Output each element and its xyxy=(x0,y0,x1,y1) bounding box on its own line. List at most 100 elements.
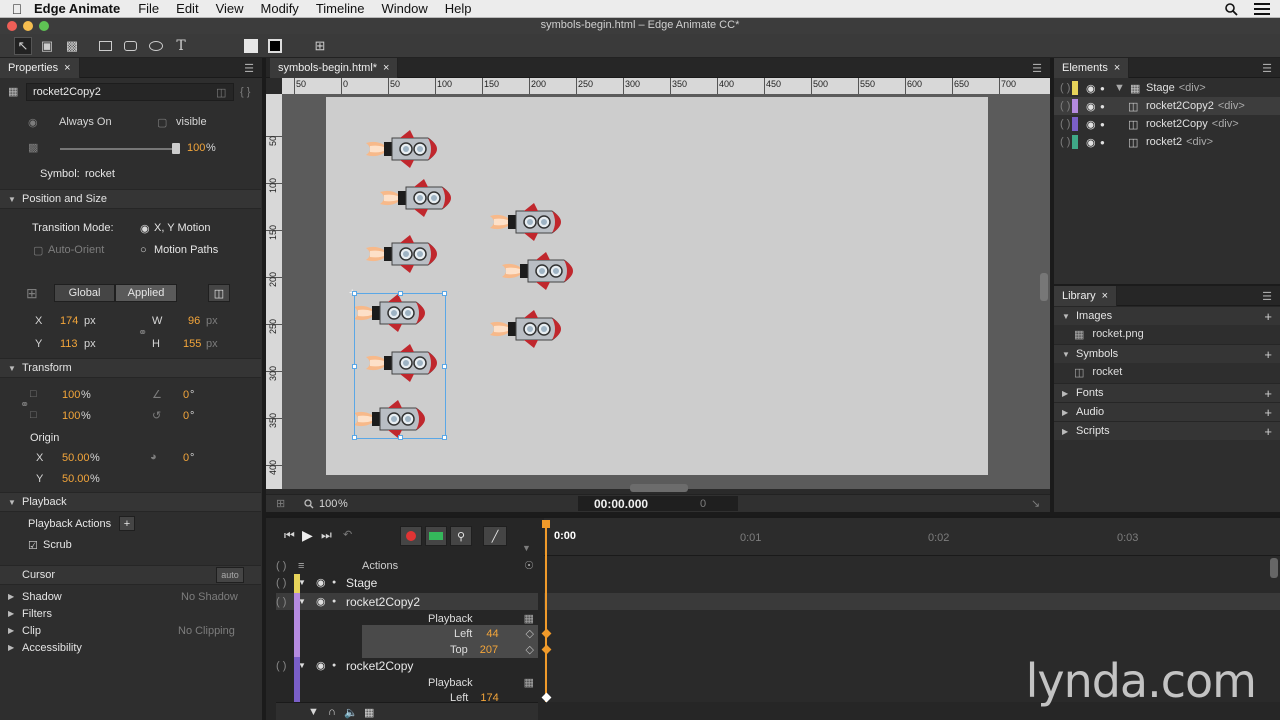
expand-triangle-icon[interactable]: ▼ xyxy=(298,661,316,670)
apple-icon[interactable]:  xyxy=(0,1,34,17)
go-to-end-icon[interactable]: ⏭ xyxy=(321,528,332,543)
add-image-button[interactable]: + xyxy=(1264,309,1272,324)
skew-value[interactable]: 0 xyxy=(183,389,189,401)
add-playback-icon[interactable]: ▦ xyxy=(524,612,534,625)
position-size-section[interactable]: ▼ Position and Size xyxy=(0,189,261,209)
w-unit[interactable]: px xyxy=(206,315,218,327)
add-audio-button[interactable]: + xyxy=(1264,405,1272,420)
list-menu-icon[interactable] xyxy=(1254,3,1270,15)
grid-layout-icon[interactable]: ⊞ xyxy=(311,37,329,55)
visibility-eye-icon[interactable]: ◉ xyxy=(1086,100,1100,113)
timeline-menu-icon[interactable]: ▼ xyxy=(522,543,531,553)
tab-elements[interactable]: Elements × xyxy=(1054,58,1130,78)
lock-dot-icon[interactable]: ● xyxy=(1100,102,1114,111)
library-fonts-section[interactable]: ▶ Fonts + xyxy=(1054,383,1280,402)
rocket-graphic[interactable] xyxy=(490,310,570,348)
expand-triangle-icon[interactable]: ▼ xyxy=(298,597,316,606)
rocket-graphic[interactable] xyxy=(502,252,582,290)
menu-help[interactable]: Help xyxy=(445,1,472,16)
resize-handle[interactable] xyxy=(352,364,357,369)
element-row-stage[interactable]: ( ) ◉ ● ▼ ▦ Stage <div> xyxy=(1054,79,1280,97)
origin-y-value[interactable]: 50.00 xyxy=(62,473,90,485)
grid-icon[interactable]: ▦ xyxy=(364,706,374,719)
applied-toggle[interactable]: Applied xyxy=(115,284,177,302)
library-scripts-section[interactable]: ▶ Scripts + xyxy=(1054,421,1280,440)
timeline-top-property-row[interactable]: Top 207 ◇ xyxy=(362,641,538,658)
zoom-icon[interactable] xyxy=(304,499,314,509)
spotlight-search-icon[interactable] xyxy=(1225,2,1238,16)
element-row-rocket2[interactable]: ( ) ◉ ● ◫ rocket2 <div> xyxy=(1054,133,1280,151)
panel-menu-icon[interactable]: ☰ xyxy=(1030,62,1044,75)
playback-section[interactable]: ▼ Playback xyxy=(0,492,261,512)
element-row-rocket2copy2[interactable]: ( ) ◉ ● ◫ rocket2Copy2 <div> xyxy=(1054,97,1280,115)
xy-motion-radio[interactable]: ◉ xyxy=(140,222,150,235)
audio-icon[interactable]: 🔈 xyxy=(344,706,358,719)
text-tool-icon[interactable]: T xyxy=(172,37,190,55)
element-name-field[interactable]: rocket2Copy2 xyxy=(26,83,234,101)
play-icon[interactable]: ▶ xyxy=(302,527,313,544)
menu-file[interactable]: File xyxy=(138,1,159,16)
keyframe-diamond-icon[interactable]: ◇ xyxy=(526,627,534,640)
copy-id-icon[interactable]: ◫ xyxy=(216,86,226,99)
library-item-rocket-png[interactable]: ▦ rocket.png xyxy=(1074,325,1144,343)
filters-section[interactable]: ▶ Filters xyxy=(0,605,261,622)
overflow-value[interactable]: Always On xyxy=(59,116,112,128)
close-icon[interactable]: × xyxy=(64,62,70,74)
scale-x-value[interactable]: 100 xyxy=(62,389,80,401)
playhead-handle[interactable] xyxy=(542,520,550,528)
fill-color-swatch[interactable] xyxy=(242,37,260,55)
resize-handle[interactable] xyxy=(352,435,357,440)
menu-timeline[interactable]: Timeline xyxy=(316,1,365,16)
panel-menu-icon[interactable]: ☰ xyxy=(1260,290,1274,303)
stroke-color-swatch[interactable] xyxy=(266,37,284,55)
tab-properties[interactable]: Properties × xyxy=(0,58,80,78)
lock-dot-icon[interactable]: ● xyxy=(332,662,346,669)
library-item-rocket-symbol[interactable]: ◫ rocket xyxy=(1074,363,1122,381)
opacity-value[interactable]: 100 xyxy=(187,142,205,154)
library-symbols-section[interactable]: ▼ Symbols + xyxy=(1054,344,1280,363)
rotate-value[interactable]: 0 xyxy=(183,410,189,422)
menu-window[interactable]: Window xyxy=(381,1,427,16)
filter-icon[interactable]: ≡ xyxy=(298,560,354,572)
time-ruler[interactable] xyxy=(544,518,1280,556)
menu-modify[interactable]: Modify xyxy=(261,1,299,16)
library-images-section[interactable]: ▼ Images + xyxy=(1054,306,1280,325)
lock-icon[interactable]: ( ) xyxy=(1060,118,1070,130)
easing-button[interactable]: ╱ xyxy=(483,526,507,546)
panel-menu-icon[interactable]: ☰ xyxy=(1260,62,1274,75)
lock-icon[interactable]: ( ) xyxy=(276,560,298,572)
lock-icon[interactable]: ( ) xyxy=(1060,100,1070,112)
rectangle-tool-icon[interactable] xyxy=(96,37,114,55)
timeline-stage-row[interactable]: ( ) ▼ ◉ ● Stage xyxy=(276,574,538,591)
class-icon[interactable]: { } xyxy=(240,86,250,98)
pin-button[interactable]: ⚲ xyxy=(450,526,472,546)
element-row-rocket2copy[interactable]: ( ) ◉ ● ◫ rocket2Copy <div> xyxy=(1054,115,1280,133)
add-symbol-button[interactable]: + xyxy=(1264,347,1272,362)
x-value[interactable]: 174 xyxy=(60,315,78,327)
x-unit[interactable]: px xyxy=(84,315,96,327)
w-value[interactable]: 96 xyxy=(188,315,200,327)
h-unit[interactable]: px xyxy=(206,338,218,350)
y-value[interactable]: 113 xyxy=(60,338,78,350)
stage-options-icon[interactable]: ⊞ xyxy=(276,497,285,510)
lock-dot-icon[interactable]: ● xyxy=(1100,138,1114,147)
lock-dot-icon[interactable]: ● xyxy=(332,598,346,605)
h-value[interactable]: 155 xyxy=(183,338,201,350)
current-frame[interactable]: 0 xyxy=(700,498,706,510)
rounded-rectangle-tool-icon[interactable] xyxy=(121,37,139,55)
rocket-graphic[interactable] xyxy=(380,179,460,217)
expand-triangle-icon[interactable]: ▼ xyxy=(298,578,316,587)
scale-y-value[interactable]: 100 xyxy=(62,410,80,422)
resize-grip-icon[interactable]: ↘ xyxy=(1031,497,1040,510)
resize-handle[interactable] xyxy=(398,291,403,296)
resize-handle[interactable] xyxy=(442,291,447,296)
rocket-graphic[interactable] xyxy=(490,203,570,241)
auto-transition-button[interactable] xyxy=(425,526,447,546)
lock-dot-icon[interactable]: ● xyxy=(332,579,346,586)
add-playback-action-button[interactable]: + xyxy=(119,516,135,531)
visibility-eye-icon[interactable]: ◉ xyxy=(316,576,332,589)
left-property-value[interactable]: 44 xyxy=(486,628,498,640)
origin-x-value[interactable]: 50.00 xyxy=(62,452,90,464)
magnet-icon[interactable]: ∩ xyxy=(328,706,336,718)
app-name[interactable]: Edge Animate xyxy=(34,1,120,16)
